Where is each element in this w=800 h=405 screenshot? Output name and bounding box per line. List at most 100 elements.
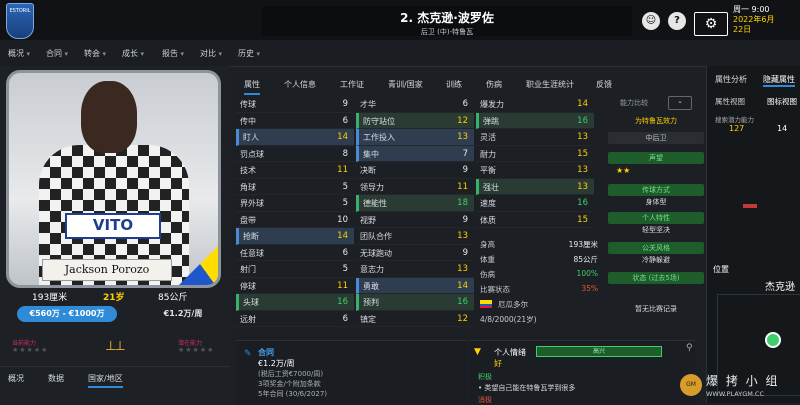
attr-row[interactable]: 才华 6 [356,96,474,113]
attr-row-key[interactable]: 勇敢 14 [356,277,474,294]
no-history: 暂无比赛记录 [635,305,677,313]
stat-value: 127 [729,124,745,133]
attr-row-key[interactable]: 强壮 13 [476,178,594,195]
morale-panel[interactable]: ▼ 个人情绪 高兴 好 积极 • 类望自己能在特鲁瓦学到很多 消极 ⚲ [470,340,695,404]
physical-attributes: 爆发力 14 弹跳 16 灵活 13 耐力 15 平衡 13 强壮 13 速度 16 体质 15 [476,96,594,228]
top-bar: ESTORIL 2. 杰克逊·波罗佐 后卫 (中)-特鲁瓦 ☺ ? ⚙ 周一 9… [0,0,800,40]
pin-icon[interactable]: ⚲ [686,343,693,353]
contract-panel[interactable]: ✎ 合同 €1.2万/周 (税后工资€7000/周) 3项奖金/个附加条款 5年… [236,340,468,404]
attr-row[interactable]: 团队合作 13 [356,228,474,245]
attr-row[interactable]: 传中 6 [236,113,354,129]
ecuador-flag-icon [480,300,492,308]
attr-row[interactable]: 任意球 6 [236,245,354,261]
attr-row[interactable]: 无球跑动 9 [356,245,474,261]
attr-row[interactable]: 决断 9 [356,162,474,179]
attr-row[interactable]: 灵活 13 [476,129,594,146]
menu-development[interactable]: 成长 ▾ [122,48,144,59]
tab-youth-nation[interactable]: 青训/国家 [388,79,423,90]
tab-nation[interactable]: 国家/地区 [88,373,123,388]
watermark-url: WWW.PLAYGM.CC [706,390,764,398]
menu-overview[interactable]: 概况 ▾ [8,48,30,59]
menu-compare[interactable]: 对比 ▾ [200,48,222,59]
attr-row[interactable]: 停球 11 [236,278,354,294]
page-title: 2. 杰克逊·波罗佐 [400,11,494,25]
help-icon[interactable]: ? [668,12,686,30]
attr-row-key[interactable]: 德能性 18 [356,195,474,212]
menu-transfer[interactable]: 转会 ▾ [84,48,106,59]
player-value[interactable]: €560万 - €1000万 [17,306,117,322]
attr-row-key[interactable]: 防守站位 12 [356,112,474,129]
attr-row-key[interactable]: 集中 7 [356,145,474,162]
left-tab-bar: 概况 数据 国家/地区 [0,366,230,388]
role-column: 能力比较 ⌄ 为特鲁瓦效力 中后卫 声望 ★★ 传球方式 身体型 个人特性 轻型… [606,92,706,322]
page-subtitle: 后卫 (中)-特鲁瓦 [420,28,474,36]
tab-stats[interactable]: 数据 [48,373,64,384]
attr-row-key[interactable]: 弹跳 16 [476,112,594,129]
tab-feedback[interactable]: 反馈 [596,79,612,90]
menu-reports[interactable]: 报告 ▾ [162,48,184,59]
date-display[interactable]: 周一 9:00 2022年6月 22日 [733,5,800,37]
style-value: 身体型 [645,198,667,206]
attr-row[interactable]: 罚点球 8 [236,146,354,162]
tab-icon-view[interactable]: 图标视图 [767,96,797,107]
best-role[interactable]: 中后卫 [608,132,704,144]
attr-row-key[interactable]: 工作投入 13 [356,129,474,146]
menu-contract[interactable]: 合同 ▾ [46,48,68,59]
style-label: 传球方式 [608,184,704,196]
team-role-title: 为特鲁瓦效力 [635,117,677,125]
attr-row[interactable]: 射门 5 [236,261,354,278]
tab-attribute-view[interactable]: 属性视图 [715,96,745,107]
tab-personal-info[interactable]: 个人信息 [284,79,316,90]
tab-hidden-attributes[interactable]: 隐藏属性 [763,74,795,87]
tab-training[interactable]: 训练 [446,79,462,90]
attr-row[interactable]: 角球 5 [236,179,354,195]
tab-attributes[interactable]: 属性 [244,79,260,95]
reputation-stars: ★★ [616,166,631,175]
contract-length: 5年合同 (30/6/2027) [258,390,328,398]
gear-icon[interactable]: ⚙ [694,12,728,36]
pr-style-label: 公关风格 [608,242,704,254]
attr-row[interactable]: 爆发力 14 [476,96,594,113]
attr-row-key[interactable]: 预判 16 [356,294,474,311]
pr-style-value: 冷静躲避 [642,256,670,264]
attr-row[interactable]: 体质 15 [476,212,594,228]
player-weight: 85公斤 [158,293,188,303]
potential-ability-stars: ★★★★★ [178,346,215,354]
attr-row[interactable]: 镇定 12 [356,311,474,327]
menu-history[interactable]: 历史 ▾ [238,48,260,59]
tab-overview[interactable]: 概况 [8,373,24,384]
attr-row[interactable]: 技术 11 [236,162,354,179]
tab-injuries[interactable]: 伤病 [486,79,502,90]
tab-career-stats[interactable]: 职业生涯统计 [526,79,574,90]
contract-icon: ✎ [244,349,252,359]
attr-row[interactable]: 远射 6 [236,311,354,327]
attr-row-key[interactable]: 盯人 14 [236,129,354,146]
attr-row[interactable]: 传球 9 [236,96,354,113]
morale-title: 个人情绪 [494,348,526,357]
morale-arrow-icon: ▼ [474,347,481,357]
attr-row[interactable]: 平衡 13 [476,162,594,179]
morale-value: 好 [494,359,502,368]
club-badge-icon[interactable]: ESTORIL [6,3,34,39]
attr-row[interactable]: 盘带 10 [236,212,354,228]
date-day: 22日 [733,25,752,34]
attr-row-key[interactable]: 抢断 14 [236,228,354,245]
attr-row[interactable]: 领导力 11 [356,179,474,195]
player-wage: €1.2万/周 [163,309,203,318]
player-name-plate: Jackson Porozo [42,259,172,281]
face-icon[interactable]: ☺ [642,12,660,30]
attr-row[interactable]: 视野 9 [356,212,474,228]
current-ability-stars: ★★★★★ [12,346,49,354]
attr-row[interactable]: 速度 16 [476,195,594,212]
attr-row[interactable]: 耐力 15 [476,146,594,162]
compare-dropdown[interactable]: ⌄ [668,96,692,110]
attr-row-key[interactable]: 头球 16 [236,294,354,311]
nationality-row[interactable]: 厄瓜多尔 [474,296,604,311]
bio-row: 伤病 100% [480,269,598,279]
player-card-panel: VITO Jackson Porozo 193厘米 21岁 85公斤 €560万… [0,66,230,403]
attr-row[interactable]: 意志力 13 [356,261,474,278]
attr-row[interactable]: 界外球 5 [236,195,354,212]
tab-work-permit[interactable]: 工作证 [340,79,364,90]
hidden-bar [743,204,757,208]
tab-attribute-analysis[interactable]: 属性分析 [715,74,747,85]
